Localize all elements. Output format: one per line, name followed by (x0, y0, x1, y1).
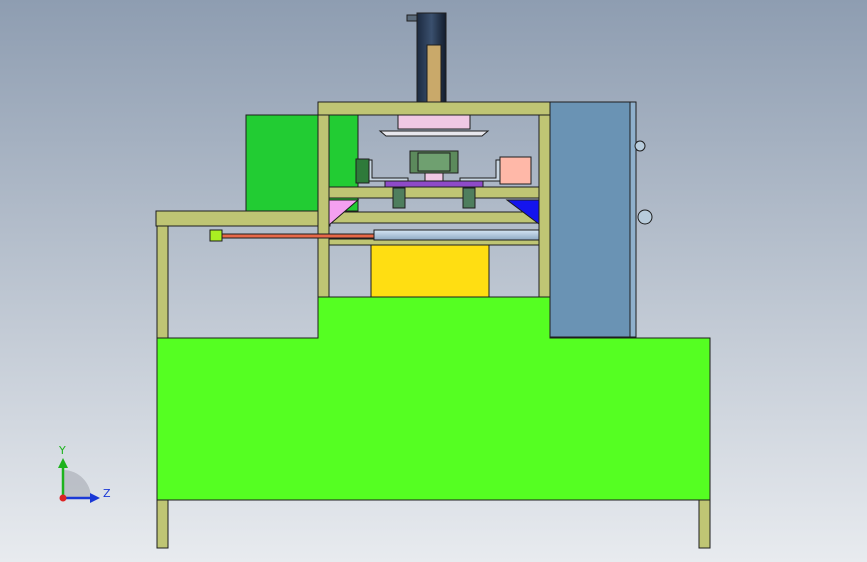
horizontal-cylinder (373, 229, 540, 241)
yellow-block (370, 244, 490, 298)
cylinder-fitting (406, 14, 418, 22)
pink-block (499, 156, 532, 185)
panel-knob-lower (637, 209, 653, 225)
control-panel-edge (629, 101, 637, 338)
horizontal-rod (221, 233, 375, 239)
frame-top-beam (317, 101, 551, 116)
rod-coupling (209, 229, 223, 242)
upper-platen (378, 130, 490, 137)
vertical-cylinder-rod (426, 44, 442, 103)
die-plate (384, 180, 484, 188)
green-sensor (355, 158, 370, 184)
panel-knob-upper (634, 140, 646, 152)
left-table-top (155, 210, 331, 227)
pad-left (392, 187, 406, 209)
frame-left-post (317, 101, 330, 298)
triad-origin (59, 494, 67, 502)
pad-right (462, 187, 476, 209)
cad-viewport[interactable]: Y Z (0, 0, 867, 562)
upper-platen-block (397, 114, 471, 130)
left-table-post (156, 225, 169, 339)
die-core (417, 152, 451, 172)
left-leg (156, 499, 169, 549)
right-leg (698, 499, 711, 549)
frame-mid-beam (328, 186, 540, 199)
control-panel (549, 101, 637, 338)
z-axis-label: Z (103, 487, 111, 500)
y-axis-label: Y (58, 444, 66, 457)
frame-lower-beam (328, 211, 540, 224)
frame-right-post (538, 101, 551, 298)
